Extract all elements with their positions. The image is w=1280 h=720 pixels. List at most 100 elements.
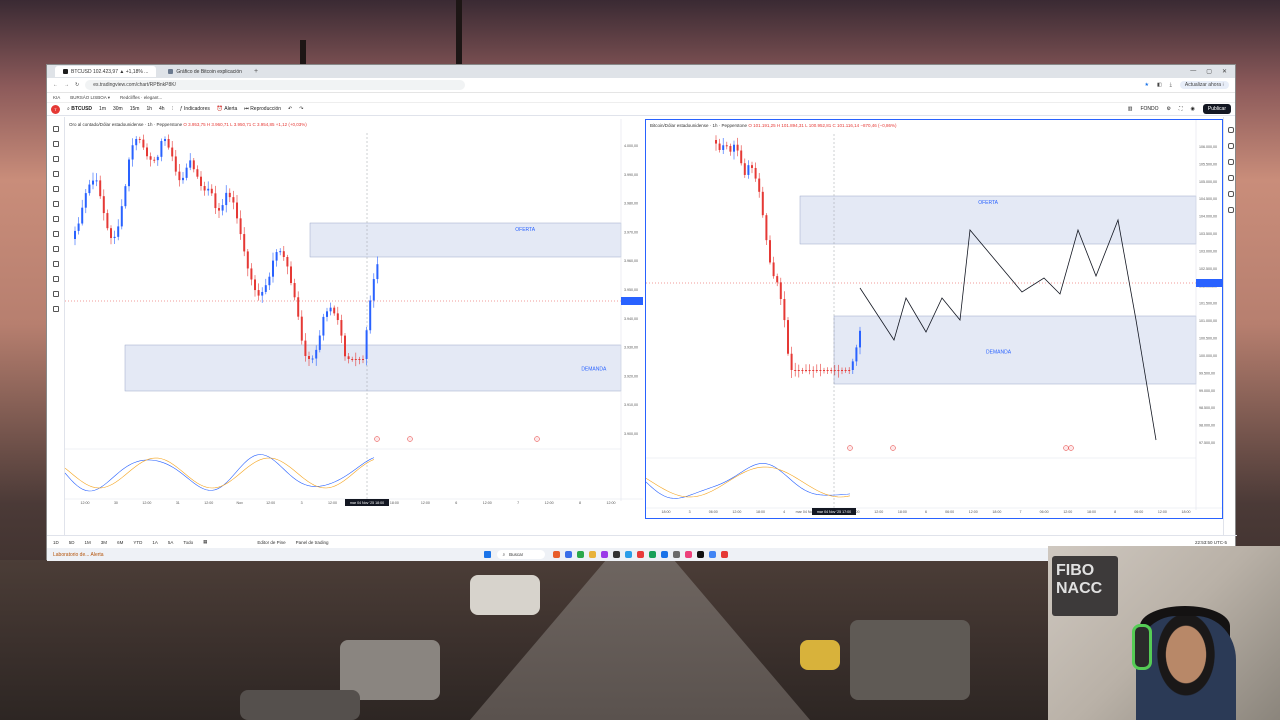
range-button[interactable]: 1A (152, 540, 158, 545)
candles-icon[interactable]: ⫶ (172, 106, 173, 112)
range-button[interactable]: 5A (168, 540, 174, 545)
candle-body (74, 230, 76, 239)
taskbar-search[interactable]: ⌕ Buscar (496, 550, 545, 559)
time-tick-label: 12:00 (545, 501, 554, 505)
redo-icon[interactable]: ↷ (299, 106, 303, 112)
taskbar-app-icon[interactable] (576, 551, 584, 558)
reload-icon[interactable]: ↻ (75, 82, 79, 88)
indicators-button[interactable]: ƒ Indicadores (180, 106, 210, 112)
settings-icon[interactable]: ⚙ (1167, 106, 1171, 112)
alerts-icon[interactable] (1227, 143, 1234, 149)
taskbar-app-icon[interactable] (708, 551, 716, 558)
tab-btcusd[interactable]: BTCUSD 102.423,97 ▲ +1,18% ... (55, 66, 157, 77)
taskbar-app-icon[interactable] (600, 551, 608, 558)
candle-body (808, 370, 811, 371)
minimize-icon[interactable]: — (1190, 68, 1196, 75)
zoom-icon[interactable] (52, 246, 59, 252)
publish-button[interactable]: Publicar (1202, 104, 1231, 114)
alert-button[interactable]: ⏰ Alerta (217, 106, 237, 112)
trendline-icon[interactable] (52, 141, 59, 147)
interval-button[interactable]: 30m (113, 106, 123, 112)
tab-bitcoin-explain[interactable]: Gráfico de Bitcoin explicación (160, 66, 250, 77)
download-icon[interactable]: ⤓ (1170, 82, 1172, 88)
symbol-search[interactable]: ⌕ BTCUSD (67, 106, 92, 112)
candle-body (146, 147, 148, 157)
taskbar-app-label[interactable]: Laboratorio de... Alerta (47, 552, 104, 558)
bookmark-item[interactable]: BURSÁO LISBOA ▾ (70, 95, 110, 101)
interval-button[interactable]: 1m (99, 106, 106, 112)
measure-icon[interactable] (52, 231, 59, 237)
taskbar-app-icon[interactable] (672, 551, 680, 558)
chart-pane-gold[interactable]: Oro al contado/Dólar estadounidense · 1h… (65, 119, 643, 519)
candle-body (167, 139, 170, 148)
calendar-icon[interactable] (1227, 175, 1234, 181)
range-button[interactable]: YTD (133, 540, 142, 545)
interval-button[interactable]: 1h (146, 106, 152, 112)
layout-button[interactable]: FONDO (1140, 106, 1158, 112)
taskbar-app-icon[interactable] (720, 551, 728, 558)
range-button[interactable]: 5D (69, 540, 75, 545)
price-tick-label: 104.000,00 (1199, 215, 1217, 219)
taskbar-app-icon[interactable] (612, 551, 620, 558)
lock-icon[interactable] (52, 276, 59, 282)
pine-editor-tab[interactable]: Editor de Pine (257, 540, 285, 545)
star-icon[interactable]: ★ (1144, 82, 1148, 88)
range-button[interactable]: 3M (101, 540, 107, 545)
chart-pane-bitcoin[interactable]: Bitcoin/Dólar estadounidense · 1h · Pepp… (645, 119, 1223, 519)
taskbar-app-icon[interactable] (552, 551, 560, 558)
back-icon[interactable]: ← (53, 82, 58, 88)
candle-body (189, 160, 192, 168)
taskbar-app-icon[interactable] (624, 551, 632, 558)
new-tab-icon[interactable]: + (254, 68, 258, 75)
taskbar-app-icon[interactable] (684, 551, 692, 558)
interval-button[interactable]: 15m (130, 106, 140, 112)
price-tick-label: 3.960,00 (624, 259, 638, 263)
event-marker (847, 445, 853, 451)
fib-icon[interactable] (52, 156, 59, 162)
range-button[interactable]: 1M (85, 540, 91, 545)
taskbar-app-icon[interactable] (696, 551, 704, 558)
windows-start-icon[interactable] (483, 551, 491, 558)
projection-icon[interactable] (52, 186, 59, 192)
taskbar-app-icon[interactable] (648, 551, 656, 558)
text-icon[interactable] (52, 216, 59, 222)
forward-icon[interactable]: → (64, 82, 69, 88)
brush-icon[interactable] (52, 201, 59, 207)
parked-car (850, 620, 970, 700)
eye-icon[interactable] (52, 291, 59, 297)
trading-panel-tab[interactable]: Panel de trading (296, 540, 329, 545)
calendar-range-icon[interactable]: ▦ (203, 539, 207, 545)
interval-button[interactable]: 4h (159, 106, 165, 112)
magnet-icon[interactable] (52, 261, 59, 267)
maximize-icon[interactable]: ▢ (1206, 68, 1212, 75)
bookmark-item[interactable]: KIA (53, 95, 60, 100)
close-icon[interactable]: ✕ (1222, 68, 1227, 75)
update-button[interactable]: Actualizar ahora ⁝ (1179, 81, 1229, 89)
bookmark-item[interactable]: Redcliffes · elegant... (120, 95, 162, 100)
pattern-icon[interactable] (52, 171, 59, 177)
chat-icon[interactable] (1227, 159, 1234, 165)
utc-clock[interactable]: 22:53:50 UTC-5 (1195, 540, 1237, 545)
price-tag (621, 297, 643, 305)
fullscreen-icon[interactable]: ⛶ (1179, 106, 1183, 112)
taskbar-app-icon[interactable] (564, 551, 572, 558)
camera-icon[interactable]: ◉ (1191, 106, 1195, 112)
taskbar-app-icon[interactable] (636, 551, 644, 558)
undo-icon[interactable]: ↶ (288, 106, 292, 112)
ideas-icon[interactable] (1227, 191, 1234, 197)
layout-icon[interactable]: ▥ (1128, 106, 1133, 112)
range-button[interactable]: Todo (183, 540, 193, 545)
notifications-icon[interactable] (1227, 207, 1234, 213)
taskbar-app-icon[interactable] (588, 551, 596, 558)
crosshair-icon[interactable] (52, 126, 59, 132)
extensions-icon[interactable]: ◧ (1157, 82, 1162, 88)
url-field[interactable]: es.tradingview.com/chart/RPBnkP8K/ (85, 80, 466, 90)
range-button[interactable]: 6M (117, 540, 123, 545)
replay-button[interactable]: ⏮ Reproducción (244, 106, 281, 112)
watchlist-icon[interactable] (1227, 127, 1234, 133)
candle-body (182, 177, 184, 181)
range-button[interactable]: 1D (53, 540, 59, 545)
taskbar-app-icon[interactable] (660, 551, 668, 558)
trash-icon[interactable] (52, 306, 59, 312)
user-avatar[interactable]: T (51, 104, 60, 114)
